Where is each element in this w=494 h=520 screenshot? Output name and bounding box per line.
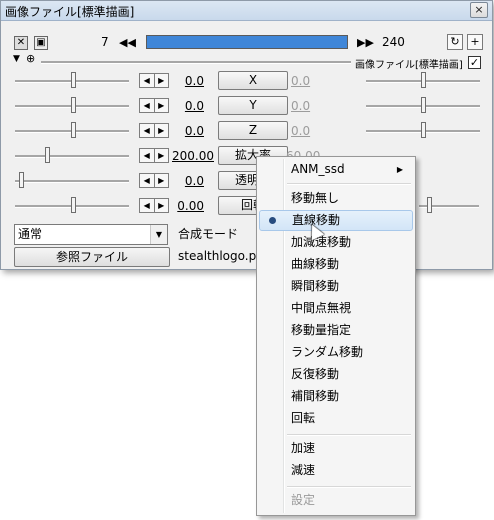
value-stepper[interactable]: ◀ ▶ [139,148,169,163]
slider-thumb[interactable] [45,147,50,163]
track-button-y[interactable]: Y [218,96,288,115]
next-keyframe-button[interactable]: ▶▶ [357,35,374,51]
close-button[interactable]: × [470,2,488,18]
end-frame: 240 [382,35,405,49]
separator [41,61,351,64]
split-icon[interactable]: ✕ [14,36,28,50]
value-stepper[interactable]: ◀ ▶ [139,173,169,188]
menu-item-anm-ssd[interactable]: ANM_ssd ▶ [259,159,413,180]
menu-item-settings[interactable]: 設定 [259,490,413,511]
track-right-value[interactable]: 0.0 [291,99,310,113]
menu-item-random-move[interactable]: ランダム移動 [259,342,413,363]
track-left-value[interactable]: 0.0 [171,74,204,88]
menu-item-ignore-midpoint[interactable]: 中間点無視 [259,298,413,319]
visibility-checkbox[interactable]: ✓ [468,56,481,69]
slider-thumb[interactable] [71,122,76,138]
slider-thumb[interactable] [427,197,432,213]
menu-item-interpolate-move[interactable]: 補間移動 [259,386,413,407]
menu-item-move-amount[interactable]: 移動量指定 [259,320,413,341]
filter-icon[interactable]: ▣ [34,36,48,50]
object-settings-window: 画像ファイル[標準描画] × ✕ ▣ 7 ◀◀ ▶▶ 240 ↻ + ▼ ⊕ 画… [0,0,493,270]
radio-bullet-icon [269,217,276,224]
expand-triangle-icon[interactable]: ▼ [13,54,20,64]
frame-range-bar[interactable] [146,35,348,49]
menu-item-repeat-move[interactable]: 反復移動 [259,364,413,385]
slider-thumb[interactable] [421,72,426,88]
mouse-icon: ⊕ [26,52,36,65]
menu-item-ease-move[interactable]: 加減速移動 [259,232,413,253]
track-right-value[interactable]: 0.0 [291,74,310,88]
blend-mode-label: 合成モード [178,227,239,241]
reset-icon[interactable]: ↻ [447,34,463,50]
value-stepper[interactable]: ◀ ▶ [139,73,169,88]
slider-thumb[interactable] [71,197,76,213]
value-stepper[interactable]: ◀ ▶ [139,123,169,138]
chevron-down-icon[interactable]: ▼ [150,225,167,244]
menu-item-decelerate[interactable]: 減速 [259,460,413,481]
track-left-value[interactable]: 0.00 [171,199,204,213]
start-frame: 7 [101,35,109,49]
menu-separator [287,183,411,185]
blend-mode-select[interactable]: 通常 ▼ [14,224,168,245]
track-button-x[interactable]: X [218,71,288,90]
menu-item-curve-move[interactable]: 曲線移動 [259,254,413,275]
window-title: 画像ファイル[標準描画] [5,5,135,19]
track-button-z[interactable]: Z [218,121,288,140]
value-stepper[interactable]: ◀ ▶ [139,98,169,113]
slider-thumb[interactable] [421,122,426,138]
menu-separator [287,486,411,488]
track-right-value[interactable]: 0.0 [291,124,310,138]
menu-separator [287,434,411,436]
slider-thumb[interactable] [421,97,426,113]
slider-thumb[interactable] [71,97,76,113]
title-bar[interactable]: 画像ファイル[標準描画] × [1,1,492,21]
blend-mode-value: 通常 [18,227,43,241]
track-left-value[interactable]: 200.00 [169,149,214,163]
track-left-value[interactable]: 0.0 [171,99,204,113]
layer-name: 画像ファイル[標準描画] [355,60,463,71]
value-stepper[interactable]: ◀ ▶ [139,198,169,213]
menu-item-linear-move[interactable]: 直線移動 [259,210,413,231]
menu-item-no-move[interactable]: 移動無し [259,188,413,209]
chevron-right-icon: ▶ [396,165,403,174]
track-left-value[interactable]: 0.0 [171,124,204,138]
prev-keyframe-button[interactable]: ◀◀ [119,35,136,51]
track-left-value[interactable]: 0.0 [171,174,204,188]
slider-thumb[interactable] [19,172,24,188]
add-filter-button[interactable]: + [467,34,483,50]
slider-thumb[interactable] [71,72,76,88]
reference-file-button[interactable]: 参照ファイル [14,247,170,267]
easing-context-menu: ANM_ssd ▶ 移動無し 直線移動 加減速移動 曲線移動 瞬間移動 中間点無… [256,156,416,516]
menu-item-instant-move[interactable]: 瞬間移動 [259,276,413,297]
menu-item-accelerate[interactable]: 加速 [259,438,413,459]
menu-item-rotate[interactable]: 回転 [259,408,413,429]
